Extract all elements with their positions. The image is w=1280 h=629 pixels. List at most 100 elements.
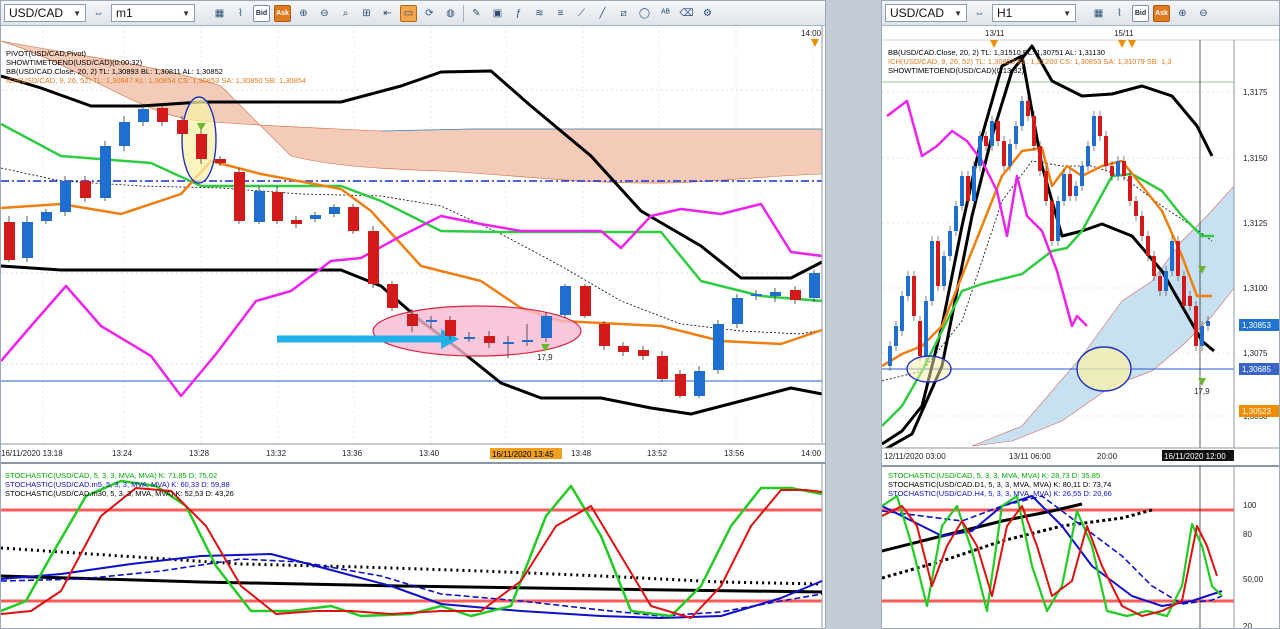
candle-body: [960, 176, 964, 206]
candle-body: [1200, 326, 1204, 346]
timeframe-select[interactable]: H1 ▼: [992, 4, 1076, 22]
candle-body: [732, 298, 743, 324]
ask-button[interactable]: Ask: [1153, 4, 1170, 22]
candle-body: [484, 336, 495, 343]
candle-body: [996, 121, 1000, 141]
candle-body: [541, 316, 552, 338]
zoom-out-icon[interactable]: ⊖: [1195, 5, 1212, 22]
zoom-range-icon[interactable]: ⊞: [358, 5, 375, 22]
ray-icon[interactable]: ╱: [594, 5, 611, 22]
time-tick-label: 13:52: [647, 449, 668, 458]
time-tick-label: 13:28: [189, 449, 210, 458]
line-chart-icon[interactable]: ⌇: [1111, 5, 1128, 22]
properties-icon[interactable]: ⚙: [699, 5, 716, 22]
right-price-chart[interactable]: 13/11 15/11 17,9 1,3175 1,3150 1,3125 1,3100 1,…: [882, 26, 1280, 629]
timeframe-select[interactable]: m1 ▼: [111, 4, 195, 22]
zoom-fit-icon[interactable]: ⌕: [337, 5, 354, 22]
price-tick-label: 1,3075: [1243, 349, 1268, 358]
zoom-in-icon[interactable]: ⊕: [1174, 5, 1191, 22]
fibonacci-icon[interactable]: ≋: [531, 5, 548, 22]
candle-body: [1062, 174, 1066, 201]
ask-button[interactable]: Ask: [274, 4, 291, 22]
crosshair-icon[interactable]: ▭: [400, 4, 417, 22]
candle-body: [254, 191, 265, 222]
price-tick-label: 1,3175: [1243, 88, 1268, 97]
zoom-in-icon[interactable]: ⊕: [295, 5, 312, 22]
candle-body: [978, 136, 982, 166]
candle-body: [1104, 136, 1108, 166]
candle-body: [80, 181, 91, 198]
candle-body: [464, 337, 475, 339]
time-tick-label: 13:48: [571, 449, 592, 458]
horizontal-line-icon[interactable]: ≡: [552, 5, 569, 22]
bid-button[interactable]: Bid: [253, 4, 270, 22]
refresh-icon[interactable]: ⟳: [421, 5, 438, 22]
chart-type-icon[interactable]: ▦: [1090, 5, 1107, 22]
pencil-icon[interactable]: ✎: [468, 5, 485, 22]
stochastic-tick-label: 50,00: [1243, 575, 1264, 584]
candle-body: [1176, 241, 1180, 276]
globe-icon[interactable]: ◍: [442, 5, 459, 22]
time-tick-label: 13/11 06:00: [1009, 452, 1051, 461]
candle-body: [1134, 201, 1138, 216]
candle-body: [1158, 276, 1162, 291]
chevron-down-icon: ▼: [1063, 8, 1071, 18]
candle-body: [1008, 144, 1012, 166]
candle-body: [966, 176, 970, 201]
highlight-circle: [906, 355, 952, 383]
candle-body: [1074, 186, 1078, 196]
scroll-icon[interactable]: ⇤: [379, 5, 396, 22]
image-icon[interactable]: ▣: [489, 5, 506, 22]
price-label-value: 1,30685: [1242, 365, 1271, 374]
eraser-icon[interactable]: ⌫: [678, 5, 695, 22]
candle-body: [1140, 216, 1144, 236]
candle-body: [790, 290, 801, 300]
candle-body: [713, 324, 724, 370]
indicator-icon[interactable]: ƒ: [510, 5, 527, 22]
symbol-select[interactable]: USD/CAD ▼: [4, 4, 86, 22]
chart-type-icon[interactable]: ▦: [211, 5, 228, 22]
bid-button[interactable]: Bid: [1132, 4, 1149, 22]
time-marker-label: 16/11/2020 12:00: [1164, 452, 1226, 461]
candle-body: [41, 212, 52, 221]
arrows-icon[interactable]: ⇔: [971, 5, 988, 22]
timeframe-value: m1: [116, 6, 133, 20]
time-tick-label: 13:32: [266, 449, 287, 458]
candle-body: [638, 350, 649, 356]
left-price-chart[interactable]: 17,914:001,31001,30901,30801,30701,31022…: [1, 26, 826, 629]
arrows-icon[interactable]: ⇔: [90, 5, 107, 22]
candle-body: [196, 134, 207, 159]
time-tick-label: 13:24: [112, 449, 133, 458]
top-time-label: 14:00: [801, 29, 822, 38]
ellipse-icon[interactable]: ◯: [636, 5, 653, 22]
channel-icon[interactable]: ⧄: [615, 5, 632, 22]
candle-body: [157, 108, 168, 122]
candle-body: [522, 340, 533, 342]
candle-body: [984, 136, 988, 146]
candle-body: [100, 146, 111, 198]
candle-body: [942, 256, 946, 286]
line-chart-icon[interactable]: ⌇: [232, 5, 249, 22]
candle-body: [1038, 146, 1042, 171]
zoom-out-icon[interactable]: ⊖: [316, 5, 333, 22]
trend-line-icon[interactable]: ⟋: [573, 5, 590, 22]
time-tick-label: 13:36: [342, 449, 363, 458]
candle-body: [936, 241, 940, 286]
candle-body: [138, 109, 149, 122]
indicator-legend: BB(USD/CAD.Close, 20, 2) TL: 1,31510 BL:…: [888, 48, 1105, 57]
annotation-label: 17,9: [1194, 387, 1210, 396]
candle-body: [580, 286, 591, 316]
candle-body: [368, 231, 379, 284]
candle-body: [948, 231, 952, 256]
chevron-down-icon: ▼: [73, 8, 81, 18]
candle-body: [1068, 174, 1072, 196]
candle-body: [560, 286, 571, 315]
candle-body: [918, 321, 922, 356]
candle-body: [1128, 176, 1132, 201]
candle-body: [599, 324, 610, 346]
right-toolbar: USD/CAD ▼ ⇔ H1 ▼ ▦ ⌇ Bid Ask ⊕ ⊖: [882, 1, 1279, 26]
text-icon[interactable]: ᴬᴮ: [657, 5, 674, 22]
symbol-select[interactable]: USD/CAD ▼: [885, 4, 967, 22]
candle-body: [22, 222, 33, 258]
candle-body: [387, 284, 398, 308]
